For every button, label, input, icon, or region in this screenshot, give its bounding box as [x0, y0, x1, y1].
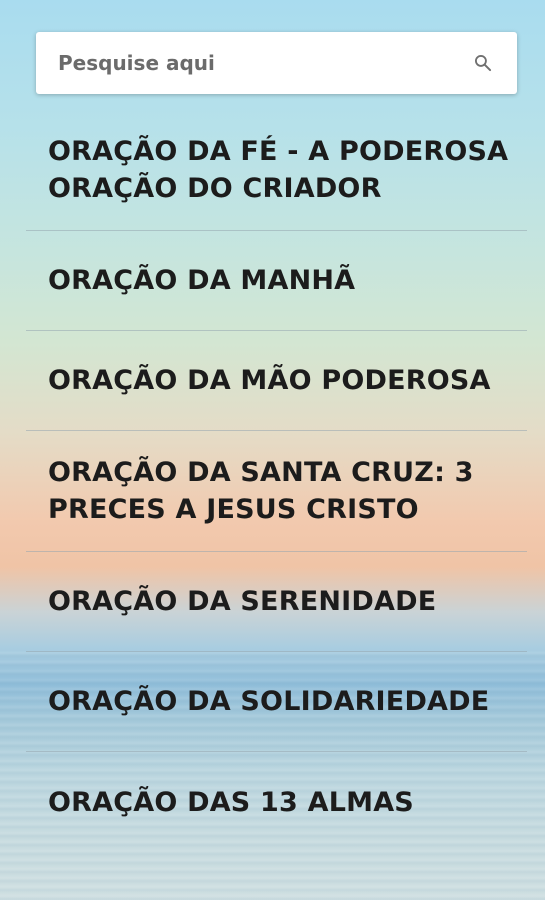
- list-item-label: ORAÇÃO DAS 13 ALMAS: [48, 786, 414, 818]
- list-item[interactable]: ORAÇÃO DA SERENIDADE: [26, 552, 527, 652]
- search-icon[interactable]: [473, 53, 493, 73]
- list-item-label: ORAÇÃO DA MÃO PODEROSA: [48, 365, 491, 396]
- list-item-label: ORAÇÃO DA SOLIDARIEDADE: [48, 686, 490, 717]
- search-input[interactable]: [36, 32, 456, 94]
- list-item[interactable]: ORAÇÃO DAS 13 ALMAS: [26, 752, 527, 852]
- list-item-label: ORAÇÃO DA MANHÃ: [48, 265, 356, 296]
- list-item-label: ORAÇÃO DA SERENIDADE: [48, 586, 437, 617]
- list-item[interactable]: ORAÇÃO DA SOLIDARIEDADE: [26, 652, 527, 752]
- list-item[interactable]: ORAÇÃO DA FÉ - A PODEROSA ORAÇÃO DO CRIA…: [26, 110, 527, 231]
- list-item[interactable]: ORAÇÃO DA SANTA CRUZ: 3 PRECES A JESUS C…: [26, 431, 527, 552]
- list-item-label: ORAÇÃO DA FÉ - A PODEROSA ORAÇÃO DO CRIA…: [48, 136, 509, 204]
- search-bar[interactable]: [36, 32, 517, 94]
- list-item[interactable]: ORAÇÃO DA MANHÃ: [26, 231, 527, 331]
- prayer-list: ORAÇÃO DA FÉ - A PODEROSA ORAÇÃO DO CRIA…: [26, 110, 527, 852]
- list-item[interactable]: ORAÇÃO DA MÃO PODEROSA: [26, 331, 527, 431]
- list-item-label: ORAÇÃO DA SANTA CRUZ: 3 PRECES A JESUS C…: [48, 457, 474, 525]
